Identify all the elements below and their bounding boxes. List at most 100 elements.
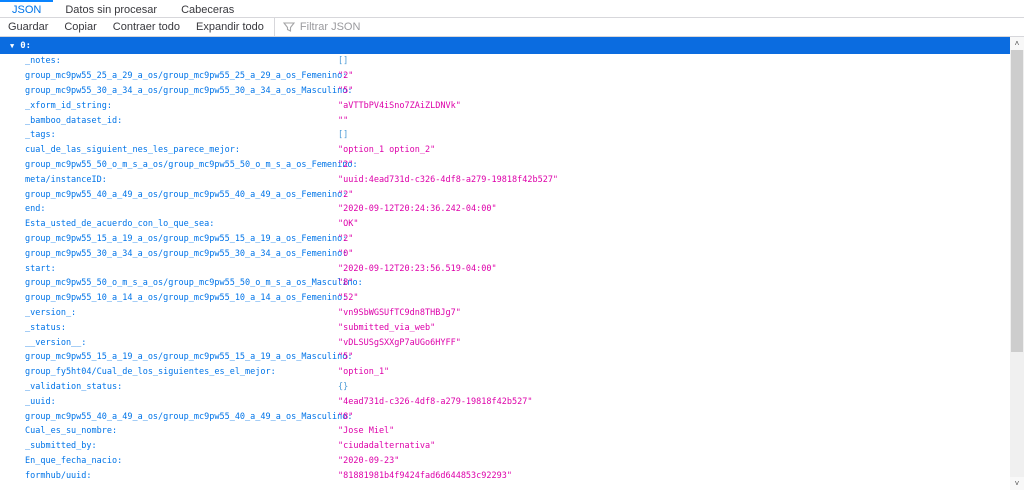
triangle-down-icon[interactable]: ▼ [10, 42, 14, 50]
json-key: _uuid: [25, 396, 56, 407]
json-value: [] [338, 56, 349, 67]
filter-json-input[interactable] [299, 18, 1024, 36]
json-value: "option_1" [338, 367, 390, 378]
json-value: "52" [338, 293, 359, 304]
json-key: group_mc9pw55_50_o_m_s_a_os/group_mc9pw5… [25, 159, 358, 170]
json-value: "2020-09-23" [338, 455, 400, 466]
tab-headers[interactable]: Cabeceras [169, 0, 246, 17]
vertical-scrollbar[interactable]: ˄ ˅ [1010, 37, 1024, 490]
json-value: {} [338, 381, 349, 392]
json-row[interactable]: formhub/uuid: "81881981b4f9424fad6d644853… [0, 468, 1010, 483]
json-row[interactable]: group_mc9pw55_50_o_m_s_a_os/group_mc9pw5… [0, 158, 1010, 173]
json-row[interactable]: cual_de_las_siguient_nes_les_parece_mejo… [0, 143, 1010, 158]
json-row[interactable]: group_mc9pw55_40_a_49_a_os/group_mc9pw55… [0, 187, 1010, 202]
json-row[interactable]: _validation_status: {} [0, 380, 1010, 395]
tab-raw-data[interactable]: Datos sin procesar [53, 0, 169, 17]
json-value: "ciudadalternativa" [338, 441, 436, 452]
toolbar-separator [273, 18, 275, 36]
json-key: start: [25, 263, 56, 274]
json-row[interactable]: group_mc9pw55_15_a_19_a_os/group_mc9pw55… [0, 232, 1010, 247]
json-key: formhub/uuid: [25, 470, 92, 481]
json-key: end: [25, 204, 46, 215]
json-value: "5" [338, 85, 354, 96]
json-row[interactable]: group_fy5ht04/Cual_de_los_siguientes_es_… [0, 365, 1010, 380]
json-key: group_mc9pw55_40_a_49_a_os/group_mc9pw55… [25, 411, 353, 422]
json-key: En_que_fecha_nacio: [25, 455, 123, 466]
collapse-all-button[interactable]: Contraer todo [105, 18, 188, 36]
json-value: "2" [338, 189, 354, 200]
json-key: group_mc9pw55_10_a_14_a_os/group_mc9pw55… [25, 293, 348, 304]
json-row[interactable]: group_mc9pw55_10_a_14_a_os/group_mc9pw55… [0, 291, 1010, 306]
json-value: "2020-09-12T20:23:56.519-04:00" [338, 263, 497, 274]
json-value: "vn9SbWGSUfTC9dn8THBJg7" [338, 307, 461, 318]
json-value: "submitted_via_web" [338, 322, 436, 333]
json-row[interactable]: Cual_es_su_nombre: "Jose Miel" [0, 424, 1010, 439]
json-key: _version_: [25, 307, 77, 318]
root-row-label: 0: [20, 40, 32, 51]
json-key: group_mc9pw55_15_a_19_a_os/group_mc9pw55… [25, 352, 353, 363]
json-key: _submitted_by: [25, 441, 97, 452]
json-key: Cual_es_su_nombre: [25, 426, 118, 437]
json-row[interactable]: group_mc9pw55_25_a_29_a_os/group_mc9pw55… [0, 69, 1010, 84]
json-value: "" [338, 115, 349, 126]
json-value: "aVTTbPV4iSno7ZAiZLDNVk" [338, 100, 461, 111]
json-key: _status: [25, 322, 66, 333]
json-row[interactable]: _version_: "vn9SbWGSUfTC9dn8THBJg7" [0, 306, 1010, 321]
json-row[interactable]: Esta_usted_de_acuerdo_con_lo_que_sea: "OK… [0, 217, 1010, 232]
json-value: "4ead731d-c326-4df8-a279-19818f42b527" [338, 396, 533, 407]
json-row[interactable]: _notes: [] [0, 54, 1010, 69]
json-row[interactable]: group_mc9pw55_50_o_m_s_a_os/group_mc9pw5… [0, 276, 1010, 291]
json-key: _xform_id_string: [25, 100, 112, 111]
json-value: "5" [338, 352, 354, 363]
json-row[interactable]: __version__: "vDLSUSgSXXgP7aUGo6HYFF" [0, 335, 1010, 350]
json-key: meta/instanceID: [25, 174, 107, 185]
chevron-down-icon[interactable]: ˅ [1010, 477, 1024, 490]
json-row[interactable]: group_mc9pw55_40_a_49_a_os/group_mc9pw55… [0, 409, 1010, 424]
json-tree: _notes: [] group_mc9pw55_25_a_29_a_os/grou… [0, 54, 1010, 490]
json-key: _validation_status: [25, 381, 123, 392]
json-key: group_mc9pw55_30_a_34_a_os/group_mc9pw55… [25, 248, 348, 259]
json-row[interactable]: _xform_id_string: "aVTTbPV4iSno7ZAiZLDNVk… [0, 98, 1010, 113]
json-key: group_mc9pw55_50_o_m_s_a_os/group_mc9pw5… [25, 278, 363, 289]
json-key: _bamboo_dataset_id: [25, 115, 123, 126]
json-toolbar: Guardar Copiar Contraer todo Expandir to… [0, 18, 1024, 37]
json-value: "OK" [338, 219, 359, 230]
json-row[interactable]: group_mc9pw55_30_a_34_a_os/group_mc9pw55… [0, 246, 1010, 261]
json-row[interactable]: _tags: [] [0, 128, 1010, 143]
expand-all-button[interactable]: Expandir todo [188, 18, 272, 36]
json-value: "Jose Miel" [338, 426, 395, 437]
json-value: "2" [338, 233, 354, 244]
json-row[interactable]: _submitted_by: "ciudadalternativa" [0, 439, 1010, 454]
json-value: "2020-09-12T20:24:36.242-04:00" [338, 204, 497, 215]
tab-bar: JSON Datos sin procesar Cabeceras [0, 0, 1024, 18]
scrollbar-thumb[interactable] [1011, 50, 1023, 352]
chevron-up-icon[interactable]: ˄ [1010, 37, 1024, 50]
json-row[interactable]: meta/instanceID: "uuid:4ead731d-c326-4df8… [0, 172, 1010, 187]
json-value: "2" [338, 71, 354, 82]
json-key: __version__: [25, 337, 87, 348]
json-row[interactable]: _bamboo_dataset_id: "" [0, 113, 1010, 128]
json-value: "81881981b4f9424fad6d644853c92293" [338, 470, 512, 481]
json-value: "8" [338, 411, 354, 422]
json-key: group_fy5ht04/Cual_de_los_siguientes_es_… [25, 367, 276, 378]
json-row[interactable]: end: "2020-09-12T20:24:36.242-04:00" [0, 202, 1010, 217]
save-button[interactable]: Guardar [0, 18, 56, 36]
json-key: _notes: [25, 56, 61, 67]
json-value: "vDLSUSgSXXgP7aUGo6HYFF" [338, 337, 461, 348]
json-root-row-selected[interactable]: ▼ 0: [0, 37, 1010, 54]
json-row[interactable]: start: "2020-09-12T20:23:56.519-04:00" [0, 261, 1010, 276]
json-value: "0" [338, 248, 354, 259]
tab-json[interactable]: JSON [0, 0, 54, 17]
json-row[interactable]: _status: "submitted_via_web" [0, 320, 1010, 335]
json-row[interactable]: _uuid: "4ead731d-c326-4df8-a279-19818f42b… [0, 394, 1010, 409]
json-row[interactable]: En_que_fecha_nacio: "2020-09-23" [0, 454, 1010, 469]
json-value: "uuid:4ead731d-c326-4df8-a279-19818f42b5… [338, 174, 559, 185]
funnel-icon [282, 22, 295, 32]
copy-button[interactable]: Copiar [56, 18, 104, 36]
json-row[interactable]: group_mc9pw55_30_a_34_a_os/group_mc9pw55… [0, 84, 1010, 99]
json-row[interactable]: group_mc9pw55_15_a_19_a_os/group_mc9pw55… [0, 350, 1010, 365]
json-key: group_mc9pw55_15_a_19_a_os/group_mc9pw55… [25, 233, 348, 244]
json-key: Esta_usted_de_acuerdo_con_lo_que_sea: [25, 219, 215, 230]
filter-box [279, 18, 1024, 36]
json-value: "8" [338, 278, 354, 289]
